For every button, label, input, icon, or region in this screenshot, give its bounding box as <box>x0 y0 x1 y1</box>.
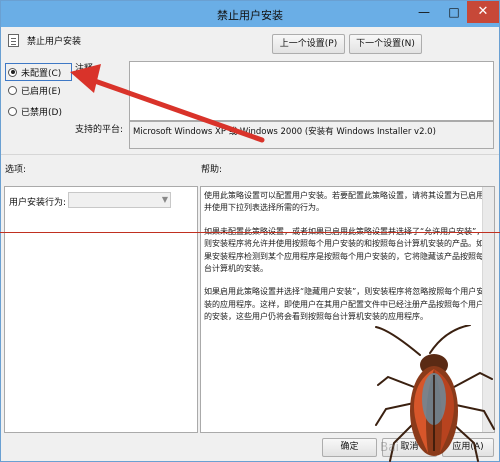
radio-not-configured[interactable]: 未配置(C) <box>8 65 61 79</box>
options-label: 选项: <box>5 165 27 175</box>
chevron-down-icon: ▼ <box>161 195 168 204</box>
radio-label: 已禁用(D) <box>21 107 62 118</box>
supported-platform-field: Microsoft Windows XP 或 Windows 2000 (安装有… <box>129 121 494 149</box>
supported-platform-label: 支持的平台: <box>75 125 124 135</box>
radio-enabled[interactable]: 已启用(E) <box>8 83 61 97</box>
radio-label: 未配置(C) <box>21 68 62 79</box>
radio-label: 已启用(E) <box>21 86 61 97</box>
radio-disabled[interactable]: 已禁用(D) <box>8 104 62 118</box>
options-panel <box>4 186 198 433</box>
comment-label: 注释: <box>75 64 97 74</box>
policy-settings-icon <box>8 34 19 47</box>
close-button[interactable]: ✕ <box>467 1 499 23</box>
minimize-button[interactable]: — <box>409 1 439 23</box>
divider <box>1 154 499 155</box>
radio-button[interactable] <box>8 85 17 95</box>
watermark-text: Bai <box>380 440 399 454</box>
radio-button[interactable] <box>8 67 17 77</box>
comment-textarea[interactable] <box>129 61 494 121</box>
title-bar[interactable]: 禁止用户安装 — □ ✕ <box>1 1 499 27</box>
user-install-behavior-dropdown[interactable]: ▼ <box>68 192 171 208</box>
policy-name: 禁止用户安装 <box>27 37 82 47</box>
annotation-line <box>0 232 500 233</box>
help-paragraph: 如果启用此策略设置并选择“隐藏用户安装”，则安装程序将忽略按照每个用户安装的应用… <box>204 287 485 322</box>
previous-setting-button[interactable]: 上一个设置(P) <box>272 34 345 54</box>
help-paragraph: 使用此策略设置可以配置用户安装。若要配置此策略设置，请将其设置为已启用并使用下拉… <box>204 191 484 213</box>
next-setting-button[interactable]: 下一个设置(N) <box>349 34 422 54</box>
maximize-button[interactable]: □ <box>439 1 469 23</box>
help-paragraph: 如果未配置此策略设置，或者如果已启用此策略设置并选择了“允许用户安装”，则安装程… <box>204 227 484 274</box>
help-label: 帮助: <box>201 165 223 175</box>
ok-button[interactable]: 确定 <box>322 438 377 457</box>
radio-button[interactable] <box>8 106 17 116</box>
user-install-behavior-label: 用户安装行为: <box>9 198 67 208</box>
